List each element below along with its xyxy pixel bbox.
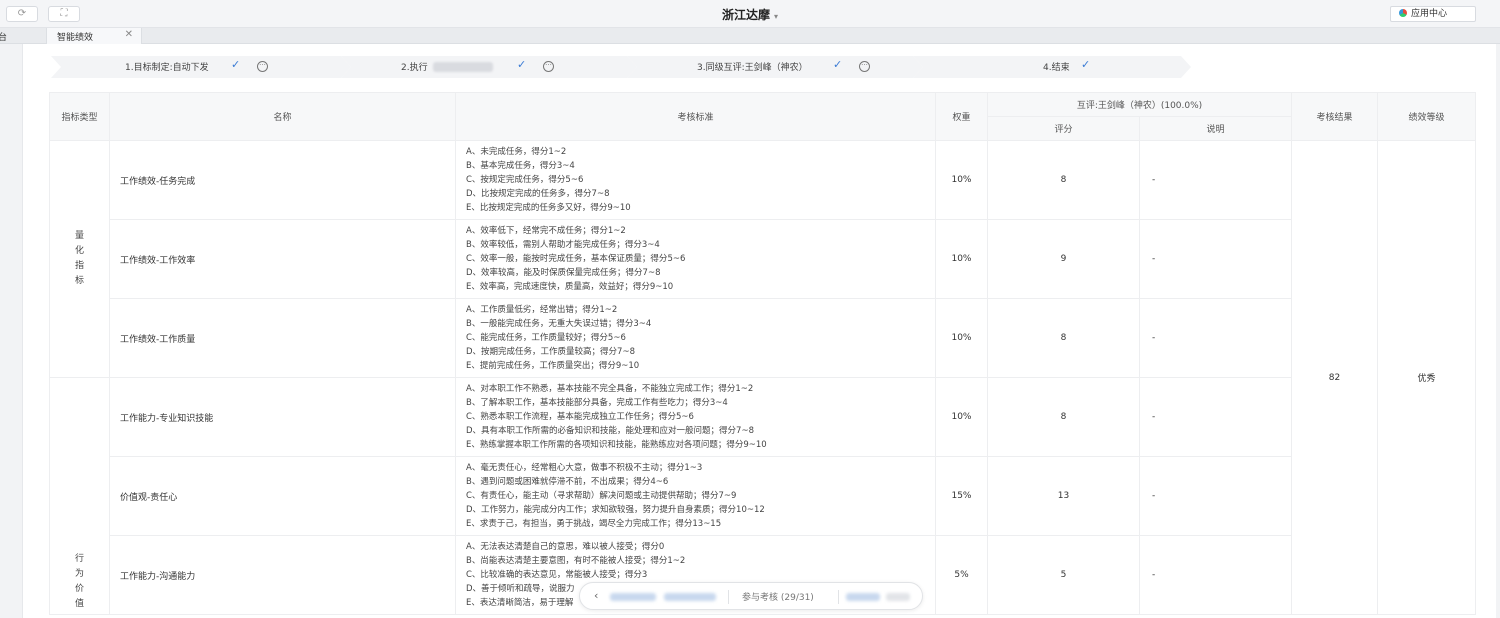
indicator-score: 9	[987, 219, 1140, 299]
indicator-score: 8	[987, 140, 1140, 220]
indicator-type-quantitative: 量化指标	[49, 140, 110, 378]
indicator-weight: 15%	[935, 456, 988, 536]
redacted-prev-name[interactable]	[610, 593, 656, 601]
indicator-weight: 10%	[935, 219, 988, 299]
close-icon[interactable]: ✕	[125, 29, 133, 40]
indicator-criteria: A、效率低下，经常完不成任务；得分1~2 B、效率较低，需别人帮助才能完成任务；得…	[455, 219, 936, 299]
pager-divider	[728, 590, 729, 604]
table-row: 工作绩效-工作质量 A、工作质量低劣，经常出错；得分1~2 B、一般能完成任务，无…	[50, 298, 1476, 378]
header-type: 指标类型	[49, 92, 110, 141]
header-weight: 权重	[935, 92, 988, 141]
indicator-name: 工作绩效-任务完成	[109, 140, 456, 220]
company-name: 浙江达摩	[721, 8, 770, 22]
indicator-score: 8	[987, 377, 1140, 457]
indicator-weight: 5%	[935, 535, 988, 615]
step-3[interactable]: 3.同级互评:王剑峰（神农） ✓ ···	[627, 56, 923, 78]
header-note: 说明	[1139, 116, 1292, 141]
redacted-name	[433, 62, 493, 72]
table-row: 行为价值 工作能力-专业知识技能 A、对本职工作不熟悉，基本技能不完全具备，不能…	[49, 377, 1476, 615]
indicator-note: -	[1139, 298, 1292, 378]
redacted-next-name[interactable]	[846, 593, 880, 601]
header-result: 考核结果	[1291, 92, 1378, 141]
indicator-criteria: A、工作质量低劣，经常出错；得分1~2 B、一般能完成任务，无重大失误过错；得分3…	[455, 298, 936, 378]
indicator-weight: 10%	[935, 140, 988, 220]
check-icon: ✓	[833, 58, 843, 71]
tab-label: 智能绩效	[57, 33, 94, 43]
indicator-weight: 10%	[935, 298, 988, 378]
tab-smart-performance[interactable]: 智能绩效 ✕	[46, 28, 142, 44]
step-label: 1.目标制定:自动下发	[125, 63, 209, 73]
main-content: 1.目标制定:自动下发 ✓ ··· 2.执行 ✓ ··· 3.同级互评:王剑峰（…	[22, 44, 1496, 618]
check-icon: ✓	[1081, 58, 1091, 71]
header-peer-review: 互评:王剑峰（神农）(100.0%)	[987, 92, 1292, 117]
table-row: 工作绩效-工作效率 A、效率低下，经常完不成任务；得分1~2 B、效率较低，需别人…	[50, 219, 1476, 299]
indicator-name: 工作能力-沟通能力	[109, 535, 456, 615]
header-grade: 绩效等级	[1377, 92, 1476, 141]
more-icon[interactable]: ···	[543, 61, 554, 72]
indicator-note: -	[1139, 456, 1292, 536]
step-label: 2.执行	[401, 63, 428, 73]
indicator-weight: 10%	[935, 377, 988, 457]
indicator-criteria: A、未完成任务，得分1~2 B、基本完成任务，得分3~4 C、按规定完成任务，得分5…	[455, 140, 936, 220]
performance-grade: 优秀	[1377, 140, 1476, 615]
indicator-note: -	[1139, 219, 1292, 299]
participant-count: 参与考核 (29/31)	[742, 593, 814, 603]
indicator-name: 价值观-责任心	[109, 456, 456, 536]
indicator-note: -	[1139, 535, 1292, 615]
indicator-score: 5	[987, 535, 1140, 615]
app-center-label: 应用中心	[1411, 9, 1448, 19]
header-name: 名称	[109, 92, 456, 141]
step-1[interactable]: 1.目标制定:自动下发 ✓ ···	[51, 56, 351, 78]
indicator-score: 13	[987, 456, 1140, 536]
app-center-icon	[1399, 9, 1407, 17]
step-label: 3.同级互评:王剑峰（神农）	[697, 63, 808, 73]
step-label: 4.结束	[1043, 63, 1070, 73]
redacted-next-name-2[interactable]	[886, 593, 910, 601]
table-row: 价值观-责任心 A、毫无责任心，经常粗心大意，做事不积极不主动；得分1~3 B、遇…	[50, 456, 1476, 536]
chevron-left-icon[interactable]: ‹	[594, 589, 598, 602]
indicator-criteria: A、毫无责任心，经常粗心大意，做事不积极不主动；得分1~3 B、遇到问题或困难就停…	[455, 456, 936, 536]
indicator-name: 工作绩效-工作效率	[109, 219, 456, 299]
tab-bar: 台 智能绩效 ✕	[0, 28, 1500, 44]
more-icon[interactable]: ···	[257, 61, 268, 72]
assessment-table: 指标类型 名称 考核标准 权重 互评:王剑峰（神农）(100.0%) 考核结果 …	[49, 92, 1476, 615]
participant-pager: ‹ 参与考核 (29/31)	[579, 582, 923, 610]
window-titlebar: ⟳ ⛶ 浙江达摩 ▾ 应用中心	[0, 0, 1500, 28]
tab-workbench[interactable]: 台	[0, 30, 7, 43]
redacted-prev-name-2[interactable]	[664, 593, 716, 601]
chevron-down-icon: ▾	[774, 12, 779, 21]
app-center-button[interactable]: 应用中心	[1390, 6, 1476, 22]
indicator-type-behavioral: 行为价值	[49, 377, 110, 615]
table-row: 量化指标 工作绩效-任务完成 A、未完成任务，得分1~2 B、基本完成任务，得分3…	[49, 140, 1476, 615]
indicator-note: -	[1139, 140, 1292, 220]
company-switcher[interactable]: 浙江达摩 ▾	[0, 6, 1500, 23]
indicator-name: 工作绩效-工作质量	[109, 298, 456, 378]
step-2[interactable]: 2.执行 ✓ ···	[341, 56, 637, 78]
check-icon: ✓	[231, 58, 241, 71]
indicator-score: 8	[987, 298, 1140, 378]
indicator-criteria: A、对本职工作不熟悉，基本技能不完全具备，不能独立完成工作；得分1~2 B、了解本…	[455, 377, 936, 457]
indicator-name: 工作能力-专业知识技能	[109, 377, 456, 457]
more-icon[interactable]: ···	[859, 61, 870, 72]
assessment-result: 82	[1291, 140, 1378, 615]
process-steps: 1.目标制定:自动下发 ✓ ··· 2.执行 ✓ ··· 3.同级互评:王剑峰（…	[51, 56, 1191, 78]
indicator-note: -	[1139, 377, 1292, 457]
header-criteria: 考核标准	[455, 92, 936, 141]
header-score: 评分	[987, 116, 1140, 141]
pager-divider	[838, 590, 839, 604]
check-icon: ✓	[517, 58, 527, 71]
step-4[interactable]: 4.结束 ✓	[913, 56, 1191, 78]
